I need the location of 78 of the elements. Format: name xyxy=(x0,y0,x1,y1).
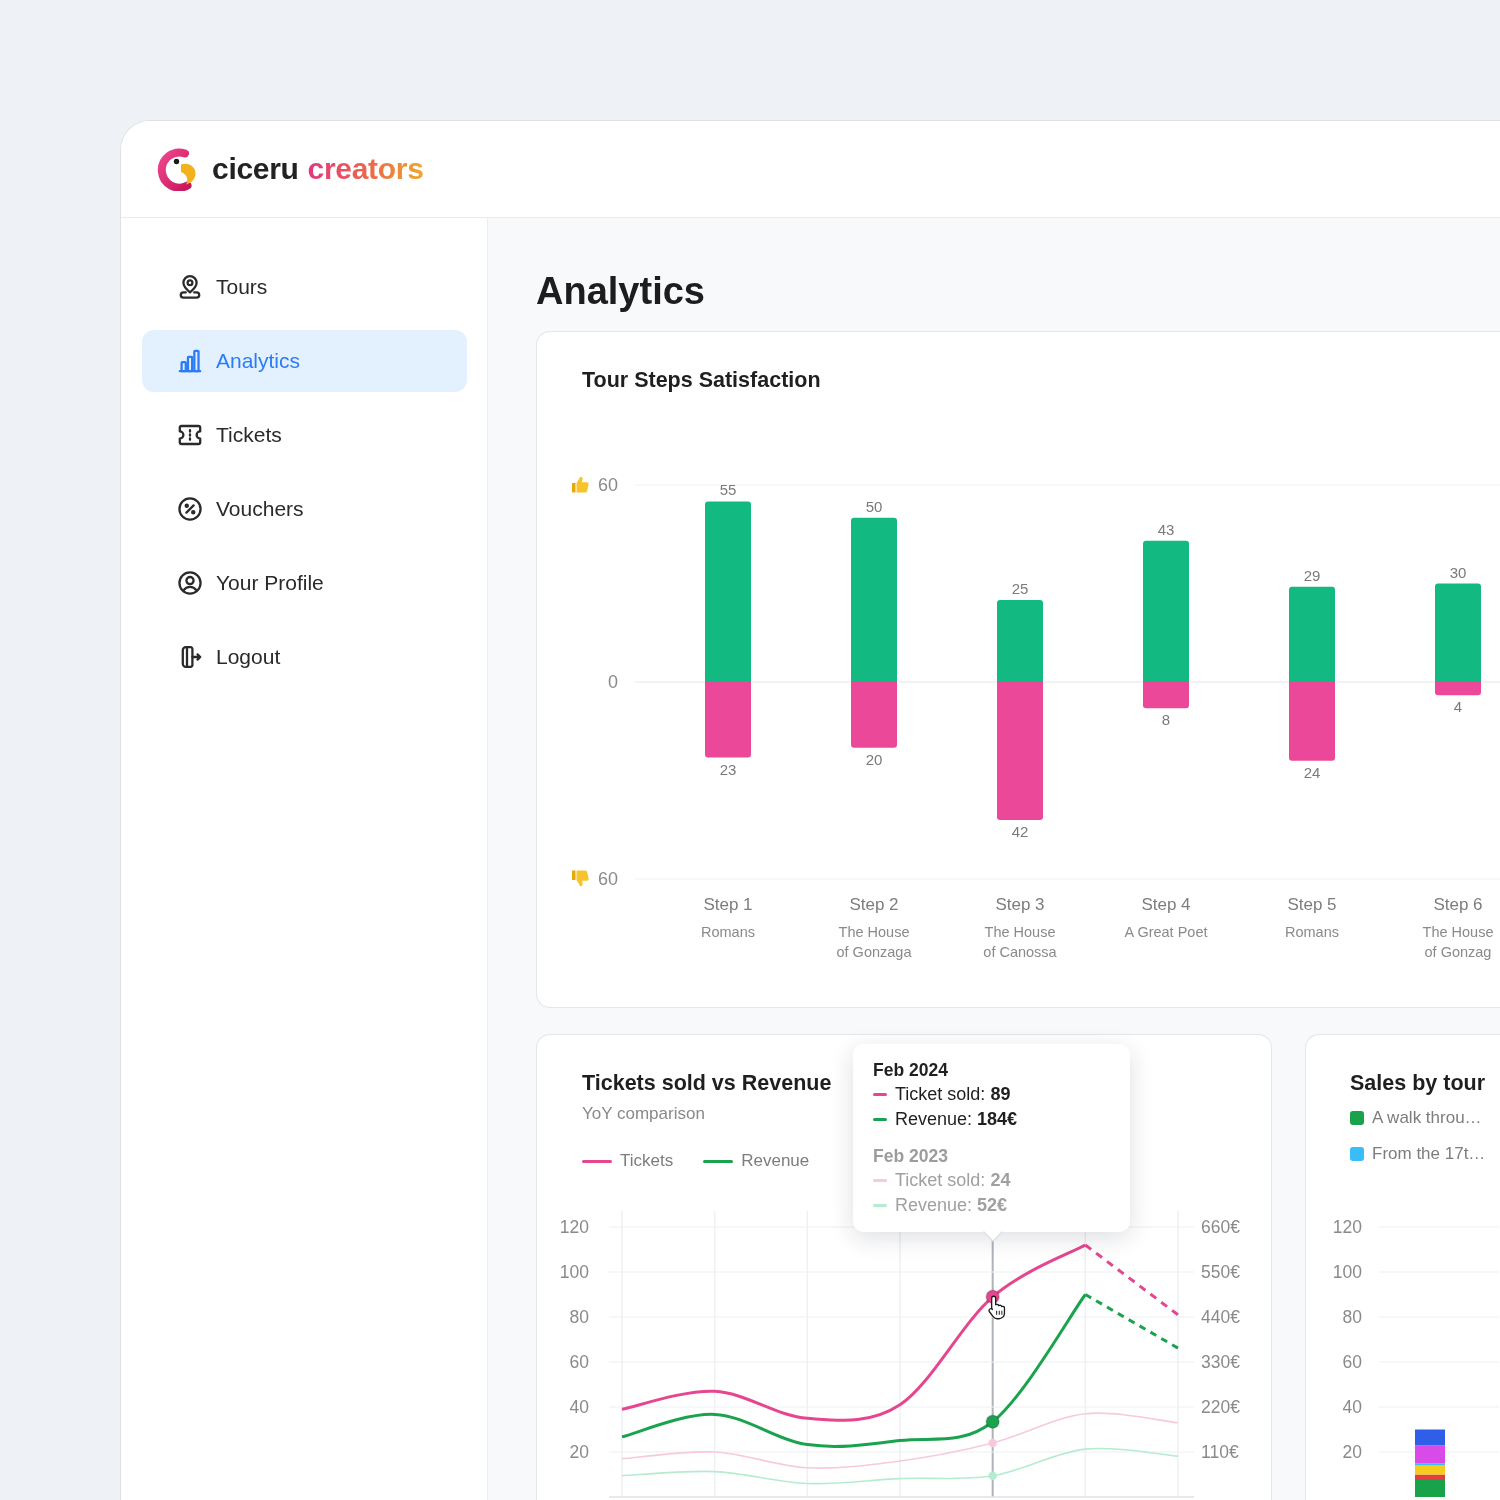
step-name: The House of Gonzaga xyxy=(836,924,912,960)
axis-label: 20 xyxy=(569,1442,589,1462)
step-name: Romans xyxy=(701,924,755,940)
axis-label: 220€ xyxy=(1201,1397,1240,1417)
axis-label: 100 xyxy=(1332,1262,1362,1282)
nav-item[interactable]: Logout xyxy=(142,626,467,688)
axis-label: 80 xyxy=(569,1307,589,1327)
nav-item[interactable]: Tours xyxy=(142,256,467,318)
percent-icon xyxy=(178,497,202,521)
tooltip-value: Revenue: 52€ xyxy=(895,1194,1008,1217)
card-title: Sales by tour xyxy=(1350,1071,1485,1095)
axis-label: 120 xyxy=(559,1217,589,1237)
tooltip-title: Feb 2024 xyxy=(873,1059,948,1082)
thumbs-down-count: 24 xyxy=(1303,763,1321,781)
axis-label: 330€ xyxy=(1201,1352,1240,1372)
bar-value-label: 43 xyxy=(1157,520,1175,538)
ticket-icon xyxy=(178,423,202,447)
data-point-marker xyxy=(988,1438,997,1448)
step-name: The House of Gonzag xyxy=(1422,924,1494,960)
legend-label: A walk throu… xyxy=(1372,1107,1482,1129)
tooltip-value: Ticket sold: 89 xyxy=(895,1083,1011,1106)
map-pin-icon xyxy=(178,275,202,299)
step-label: Step 6 xyxy=(1433,895,1483,914)
tooltip-value: Revenue: 184€ xyxy=(895,1108,1018,1131)
thumbs-up-icon xyxy=(572,476,589,493)
thumbs-down-count: 4 xyxy=(1453,698,1463,716)
step-label: Step 5 xyxy=(1287,895,1337,914)
bar-value-label: 25 xyxy=(1011,579,1029,597)
thumbs-down-count: 20 xyxy=(865,750,883,768)
legend-label: Tickets xyxy=(620,1150,674,1172)
axis-label: 40 xyxy=(1342,1397,1362,1417)
bar-chart-icon xyxy=(178,349,202,373)
axis-label: 0 xyxy=(608,672,618,692)
thumbs-down-icon xyxy=(572,870,589,887)
bar-value-label: 50 xyxy=(865,497,883,515)
card-title: Tour Steps Satisfaction xyxy=(582,368,821,392)
hand-cursor-icon xyxy=(988,1295,1006,1320)
nav-item[interactable]: Your Profile xyxy=(142,552,467,614)
step-name: A Great Poet xyxy=(1124,924,1208,940)
step-label: Step 2 xyxy=(849,895,899,914)
bar-value-label: 29 xyxy=(1303,566,1321,584)
card-title: Tickets sold vs Revenue xyxy=(582,1071,832,1095)
stacked-bar-segment xyxy=(1415,1429,1445,1446)
step-name: Romans xyxy=(1285,924,1339,940)
axis-label: 20 xyxy=(1342,1442,1362,1462)
axis-label: 80 xyxy=(1342,1307,1362,1327)
data-point-marker xyxy=(985,1414,1000,1429)
step-label: Step 1 xyxy=(703,895,753,914)
user-circle-icon xyxy=(178,571,202,595)
axis-label: 660€ xyxy=(1201,1217,1240,1237)
logo-brand-text: ciceru xyxy=(212,152,299,186)
axis-label: 60 xyxy=(1342,1352,1362,1372)
bar-value-label: 30 xyxy=(1449,563,1467,581)
axis-label: 110€ xyxy=(1201,1442,1239,1462)
bar-value-label: 55 xyxy=(719,481,737,499)
axis-label: 60 xyxy=(597,869,618,889)
nav-item[interactable]: Tickets xyxy=(142,404,467,466)
axis-label: 60 xyxy=(569,1352,589,1372)
tooltip-title: Feb 2023 xyxy=(873,1145,948,1168)
legend-label: Revenue xyxy=(741,1150,810,1172)
nav-item[interactable]: Vouchers xyxy=(142,478,467,540)
page-title: Analytics xyxy=(536,269,705,314)
axis-label: 100 xyxy=(559,1262,589,1282)
axis-label: 120 xyxy=(1332,1217,1362,1237)
card-subtitle: YoY comparison xyxy=(582,1103,705,1125)
step-label: Step 3 xyxy=(995,895,1045,914)
data-point-marker xyxy=(988,1471,997,1480)
thumbs-down-count: 8 xyxy=(1161,711,1171,729)
thumbs-down-count: 23 xyxy=(719,760,737,778)
thumbs-down-count: 42 xyxy=(1011,822,1029,840)
axis-label: 60 xyxy=(597,475,618,495)
axis-label: 550€ xyxy=(1201,1262,1240,1282)
step-name: The House of Canossa xyxy=(983,924,1057,960)
legend-label: From the 17t… xyxy=(1372,1143,1486,1165)
tooltip-value: Ticket sold: 24 xyxy=(895,1169,1011,1192)
axis-label: 440€ xyxy=(1201,1307,1240,1327)
step-label: Step 4 xyxy=(1141,895,1191,914)
axis-label: 40 xyxy=(569,1397,589,1417)
